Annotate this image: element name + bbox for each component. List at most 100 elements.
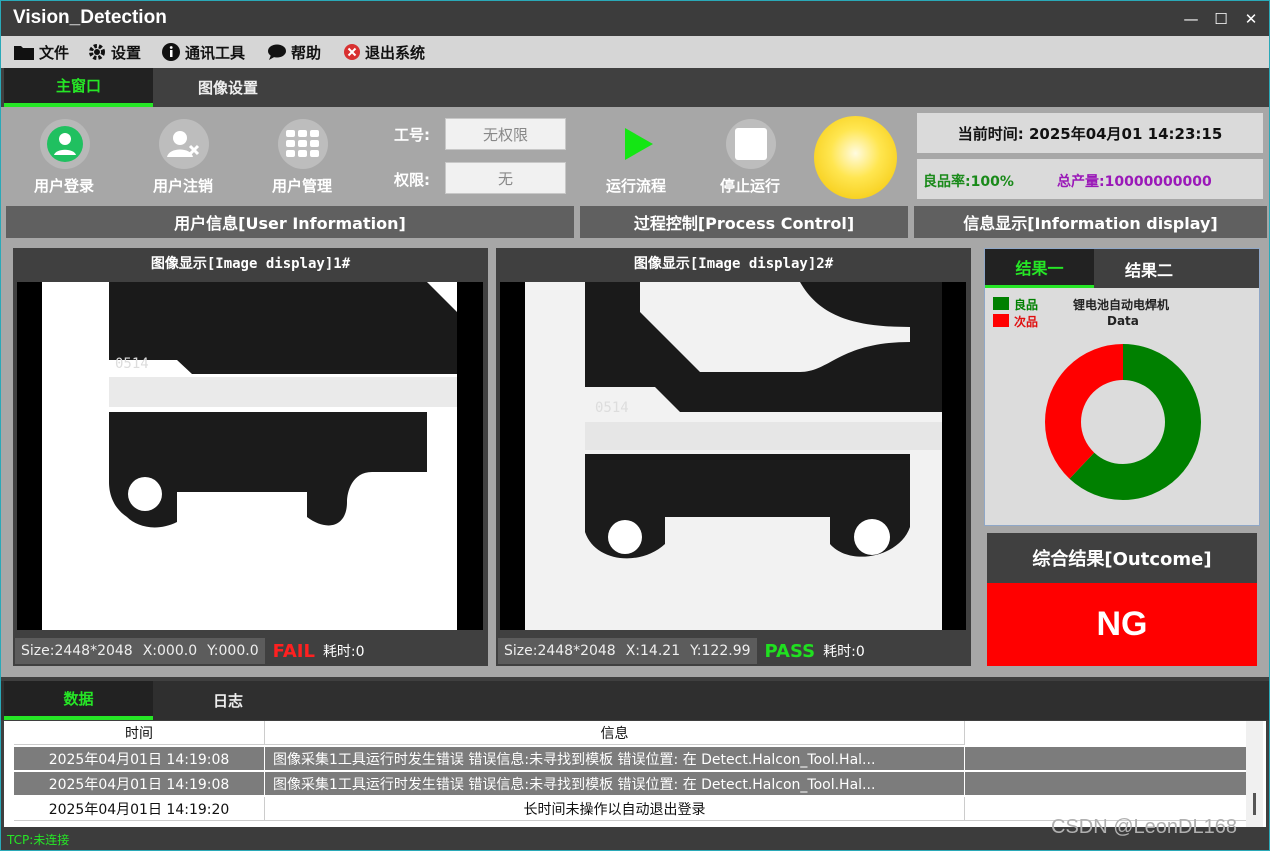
menu-bar: 文件 设置 通讯工具 帮助 退出系统: [1, 36, 1269, 68]
svg-text:0514: 0514: [595, 400, 629, 416]
row-info: 图像采集1工具运行时发生错误 错误信息:未寻找到模板 错误位置: 在 Detec…: [265, 772, 965, 796]
app-window: Vision_Detection — ☐ ✕ 文件 设置 通讯工具 帮助 退出系…: [0, 0, 1270, 851]
menu-settings[interactable]: 设置: [87, 41, 141, 63]
stop-button[interactable]: 停止运行: [705, 107, 795, 207]
logout-label: 用户注销: [152, 177, 213, 195]
main-area: 图像显示[Image display]1# 0514 Size:2448*204…: [1, 241, 1269, 677]
image-panel-2-footer: Size:2448*2048 X:14.21 Y:122.99 PASS 耗时:…: [496, 636, 971, 666]
stop-label: 停止运行: [719, 177, 780, 195]
user-info-header: 用户信息[User Information]: [6, 206, 574, 238]
tab-result-1[interactable]: 结果一: [985, 249, 1094, 288]
chat-icon: [268, 44, 286, 60]
legend-good-label: 良品: [1014, 298, 1039, 312]
info-icon: [162, 43, 180, 61]
maximize-button[interactable]: ☐: [1211, 9, 1231, 29]
menu-help-label: 帮助: [291, 43, 322, 62]
image-2-size: Size:2448*2048: [504, 643, 616, 659]
watermark: CSDN @LeonDL168: [1051, 816, 1237, 838]
menu-help[interactable]: 帮助: [267, 41, 321, 63]
login-label: 用户登录: [33, 177, 94, 195]
image-1-size: Size:2448*2048: [21, 643, 133, 659]
login-button[interactable]: 用户登录: [19, 107, 109, 207]
image-panel-1: 图像显示[Image display]1# 0514 Size:2448*204…: [13, 248, 488, 666]
image-1-info: Size:2448*2048 X:000.0 Y:000.0: [15, 638, 265, 664]
tab-result-2[interactable]: 结果二: [1094, 249, 1204, 288]
table-row[interactable]: 2025年04月01日 14:19:08 图像采集1工具运行时发生错误 错误信息…: [14, 747, 1248, 771]
tab-log[interactable]: 日志: [153, 681, 303, 720]
control-toolbar: 用户登录 用户注销 用户管理 工号: 无权限 权限: 无 运行流程 停止运行 当…: [1, 107, 1269, 241]
row-time: 2025年04月01日 14:19:20: [14, 797, 265, 821]
menu-comm-tools[interactable]: 通讯工具: [161, 41, 245, 63]
tab-data[interactable]: 数据: [4, 681, 153, 720]
image-2-time: 耗时:0: [823, 644, 865, 660]
close-button[interactable]: ✕: [1241, 9, 1261, 29]
user-manage-label: 用户管理: [271, 177, 332, 195]
gear-icon: [89, 44, 105, 60]
menu-file[interactable]: 文件: [13, 41, 69, 63]
column-header-time[interactable]: 时间: [14, 721, 265, 745]
run-process-label: 运行流程: [605, 177, 666, 195]
outcome-title: 综合结果[Outcome]: [987, 533, 1257, 583]
outcome-value: NG: [987, 583, 1257, 666]
yield-rate: 良品率:100%: [923, 174, 1014, 190]
run-process-button[interactable]: 运行流程: [591, 107, 681, 207]
yield-donut-chart: [1045, 344, 1201, 500]
image-1-y: Y:000.0: [207, 643, 259, 659]
image-2-x: X:14.21: [625, 643, 681, 659]
legend-bad-label: 次品: [1014, 315, 1039, 329]
image-1-time: 耗时:0: [322, 644, 365, 660]
image-1-x: X:000.0: [142, 643, 198, 659]
play-icon: [625, 128, 653, 160]
menu-file-label: 文件: [39, 43, 70, 62]
current-time: 当前时间: 2025年04月01 14:23:15: [917, 113, 1263, 153]
legend-bad-swatch: [993, 314, 1009, 327]
grid-icon: [286, 130, 319, 157]
menu-exit[interactable]: 退出系统: [343, 41, 425, 63]
user-manage-button[interactable]: 用户管理: [257, 107, 347, 207]
row-info: 长时间未操作以自动退出登录: [265, 797, 965, 821]
row-time: 2025年04月01日 14:19:08: [14, 747, 265, 771]
svg-text:0514: 0514: [115, 356, 149, 372]
info-display-header: 信息显示[Information display]: [914, 206, 1267, 238]
image-panel-2: 图像显示[Image display]2# 0514 Size:2448*204…: [496, 248, 971, 666]
log-scrollbar[interactable]: [1246, 721, 1263, 827]
menu-settings-label: 设置: [111, 43, 142, 62]
status-lamp: [814, 116, 897, 199]
exit-icon: [344, 44, 360, 60]
permission-field[interactable]: 无: [445, 162, 566, 194]
production-stats: 良品率:100% 总产量:10000000000: [917, 159, 1263, 199]
minimize-button[interactable]: —: [1181, 9, 1201, 29]
row-time: 2025年04月01日 14:19:08: [14, 772, 265, 796]
process-control-header: 过程控制[Process Control]: [580, 206, 908, 238]
table-row[interactable]: 2025年04月01日 14:19:08 图像采集1工具运行时发生错误 错误信息…: [14, 772, 1248, 796]
image-2-info: Size:2448*2048 X:14.21 Y:122.99: [498, 638, 757, 664]
logout-button[interactable]: 用户注销: [138, 107, 228, 207]
bottom-tab-bar: 数据 日志: [1, 681, 1269, 720]
result-panel: 结果一 结果二 良品 次品 锂电池自动电焊机 Data: [984, 248, 1260, 526]
chart-title: 锂电池自动电焊机: [1073, 298, 1170, 312]
folder-icon: [14, 46, 34, 60]
camera-image-1: 0514: [17, 282, 483, 630]
image-1-result: FAIL: [272, 640, 315, 662]
image-panel-1-title: 图像显示[Image display]1#: [150, 256, 351, 272]
connection-status: TCP:未连接: [7, 832, 70, 847]
user-remove-icon: [167, 131, 200, 157]
permission-label: 权限:: [394, 171, 430, 189]
tab-main-window[interactable]: 主窗口: [4, 68, 153, 107]
chart-subtitle: Data: [1107, 314, 1139, 328]
image-view-2[interactable]: 0514: [500, 282, 966, 630]
scrollbar-thumb[interactable]: [1253, 793, 1256, 815]
image-view-1[interactable]: 0514: [17, 282, 483, 630]
menu-exit-label: 退出系统: [365, 43, 426, 62]
log-table: 时间 信息 2025年04月01日 14:19:08 图像采集1工具运行时发生错…: [4, 721, 1266, 827]
job-number-label: 工号:: [394, 126, 430, 144]
image-2-y: Y:122.99: [690, 643, 751, 659]
main-tab-bar: 主窗口 图像设置: [1, 68, 1269, 107]
stop-icon: [735, 128, 767, 160]
outcome-panel: 综合结果[Outcome] NG: [987, 533, 1257, 666]
job-number-field[interactable]: 无权限: [445, 118, 566, 150]
title-bar: Vision_Detection — ☐ ✕: [1, 1, 1269, 36]
tab-image-settings[interactable]: 图像设置: [153, 68, 303, 107]
total-output: 总产量:10000000000: [1057, 174, 1212, 190]
column-header-info[interactable]: 信息: [265, 721, 965, 745]
